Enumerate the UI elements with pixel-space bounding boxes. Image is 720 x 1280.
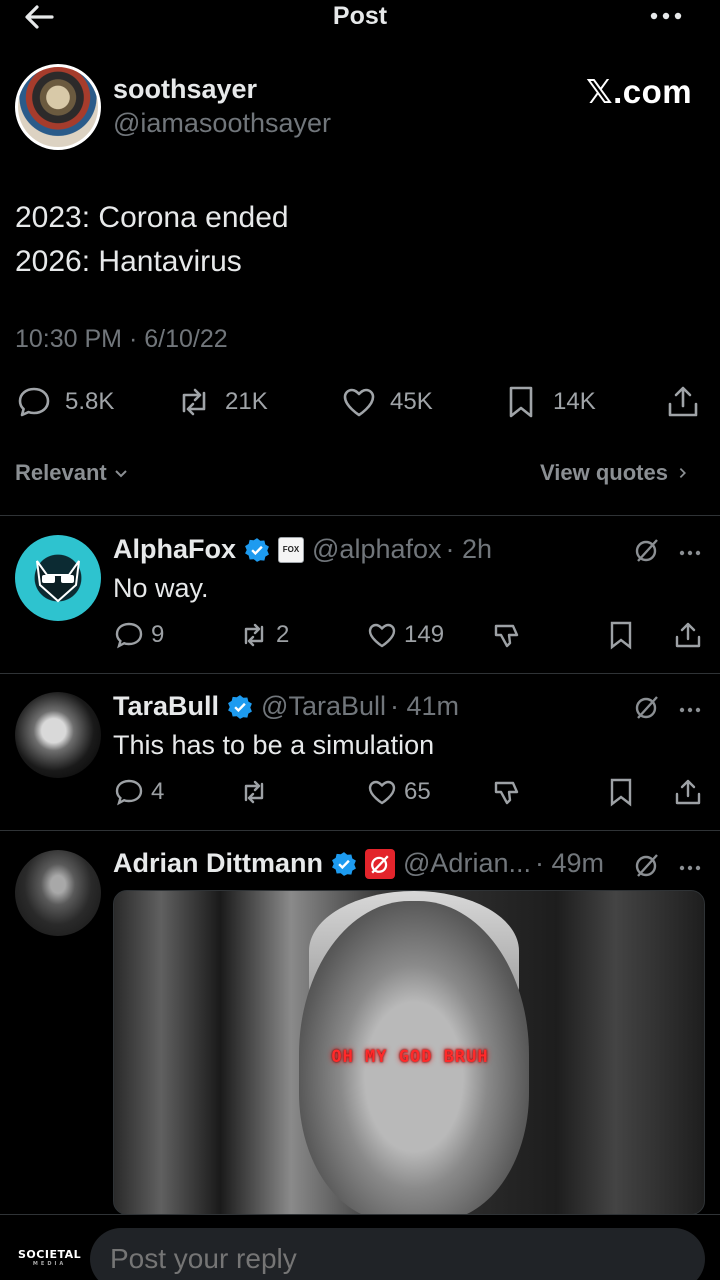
share-button[interactable] — [664, 384, 702, 420]
author-avatar[interactable] — [15, 64, 101, 150]
share-icon — [675, 779, 701, 805]
watermark-logo: SOCIETAL MEDIA — [18, 1248, 81, 1267]
reply-button[interactable]: 4 — [113, 777, 164, 807]
reply-time: · 49m — [534, 848, 605, 878]
more-options-icon[interactable] — [646, 6, 686, 26]
repost-count: 2 — [276, 621, 290, 648]
bookmark-count: 14K — [553, 388, 596, 415]
share-button[interactable] — [672, 777, 704, 807]
bookmark-icon — [509, 386, 533, 418]
bookmark-count-button[interactable]: 14K — [503, 384, 596, 420]
bookmark-button[interactable] — [605, 777, 637, 807]
repost-button[interactable]: 2 — [238, 620, 289, 650]
sort-dropdown[interactable]: Relevant — [15, 460, 129, 486]
thumbs-down-icon — [494, 781, 519, 805]
reply-icon — [115, 779, 143, 806]
reply-icon — [115, 622, 143, 649]
grok-icon[interactable] — [632, 535, 662, 565]
like-count: 45K — [390, 388, 433, 415]
reply-header: Adrian Dittmann @Adrian... · 49m — [113, 848, 604, 879]
downvote-button[interactable] — [492, 620, 524, 650]
share-icon — [668, 386, 698, 417]
like-button[interactable]: 65 — [366, 777, 431, 807]
thumbs-down-icon — [494, 624, 519, 648]
reply-media-image[interactable]: OH MY GOD BRUH — [113, 890, 705, 1215]
view-quotes-label: View quotes — [540, 460, 668, 485]
x-watermark: 𝕏.com — [586, 73, 693, 110]
reply-author-handle[interactable]: @alphafox — [312, 534, 442, 565]
sort-label: Relevant — [15, 460, 107, 485]
grok-icon[interactable] — [632, 692, 662, 722]
author-name[interactable]: soothsayer — [113, 74, 257, 105]
reply-author-name[interactable]: AlphaFox — [113, 534, 236, 565]
verified-badge-icon — [245, 537, 269, 562]
reply-count: 4 — [151, 778, 165, 805]
heart-icon — [343, 388, 375, 417]
repost-button[interactable] — [238, 777, 276, 807]
more-options-icon[interactable] — [676, 538, 706, 568]
reply-avatar[interactable] — [15, 692, 101, 778]
reply-count: 9 — [151, 621, 165, 648]
reply-text: This has to be a simulation — [113, 730, 435, 760]
reply-author-handle[interactable]: @Adrian... — [403, 848, 531, 879]
affiliation-badge-icon — [365, 848, 396, 879]
reply-icon — [18, 387, 50, 417]
reply-author-name[interactable]: TaraBull — [113, 691, 219, 722]
top-bar: Post — [0, 0, 720, 40]
share-button[interactable] — [672, 620, 704, 650]
bookmark-button[interactable] — [605, 620, 637, 650]
reply-time: · 2h — [445, 534, 493, 564]
downvote-button[interactable] — [492, 777, 524, 807]
reply-button[interactable]: 9 — [113, 620, 164, 650]
page-title: Post — [332, 2, 388, 30]
repost-count-button[interactable]: 21K — [175, 384, 268, 420]
grok-icon[interactable] — [632, 850, 662, 880]
divider — [0, 830, 720, 831]
reply-author-handle[interactable]: @TaraBull — [261, 691, 386, 722]
reply-time: · 41m — [390, 691, 460, 721]
heart-icon — [368, 623, 396, 648]
media-caption: OH MY GOD BRUH — [331, 1047, 489, 1067]
verified-badge-icon — [332, 851, 356, 876]
chevron-right-icon — [679, 468, 686, 478]
repost-icon — [182, 388, 206, 416]
repost-count: 21K — [225, 388, 268, 415]
reply-avatar[interactable] — [15, 535, 101, 621]
reply-text: No way. — [113, 573, 209, 603]
bookmark-icon — [610, 778, 632, 807]
affiliation-badge: FOX — [278, 536, 305, 563]
like-button[interactable]: 149 — [366, 620, 444, 650]
more-options-icon[interactable] — [676, 853, 706, 883]
like-count: 65 — [404, 778, 431, 805]
divider — [0, 673, 720, 674]
like-count: 149 — [404, 621, 445, 648]
post-timestamp: 10:30 PM · 6/10/22 — [15, 325, 228, 353]
view-quotes-link[interactable]: View quotes — [540, 460, 690, 486]
logo-text: SOCIETAL — [18, 1248, 82, 1261]
reply-header: TaraBull @TaraBull · 41m — [113, 691, 459, 722]
reply-author-name[interactable]: Adrian Dittmann — [113, 848, 323, 879]
share-icon — [675, 622, 701, 648]
repost-icon — [244, 780, 264, 804]
author-handle[interactable]: @iamasoothsayer — [113, 108, 331, 139]
bookmark-icon — [610, 621, 632, 650]
chevron-down-icon — [115, 470, 127, 478]
logo-subtext: MEDIA — [32, 1261, 67, 1267]
like-count-button[interactable]: 45K — [340, 384, 433, 420]
reply-count: 5.8K — [65, 388, 115, 415]
divider — [0, 515, 720, 516]
reply-count-button[interactable]: 5.8K — [15, 384, 114, 420]
verified-badge-icon — [228, 694, 252, 719]
reply-avatar[interactable] — [15, 850, 101, 936]
heart-icon — [368, 780, 396, 805]
more-options-icon[interactable] — [676, 695, 706, 725]
repost-icon — [244, 623, 264, 647]
reply-header: AlphaFox FOX @alphafox · 2h — [113, 534, 492, 565]
reply-input[interactable] — [90, 1228, 705, 1280]
post-text: 2023: Corona ended 2026: Hantavirus — [15, 196, 289, 284]
post-line: 2026: Hantavirus — [15, 245, 242, 278]
post-line: 2023: Corona ended — [15, 201, 289, 234]
